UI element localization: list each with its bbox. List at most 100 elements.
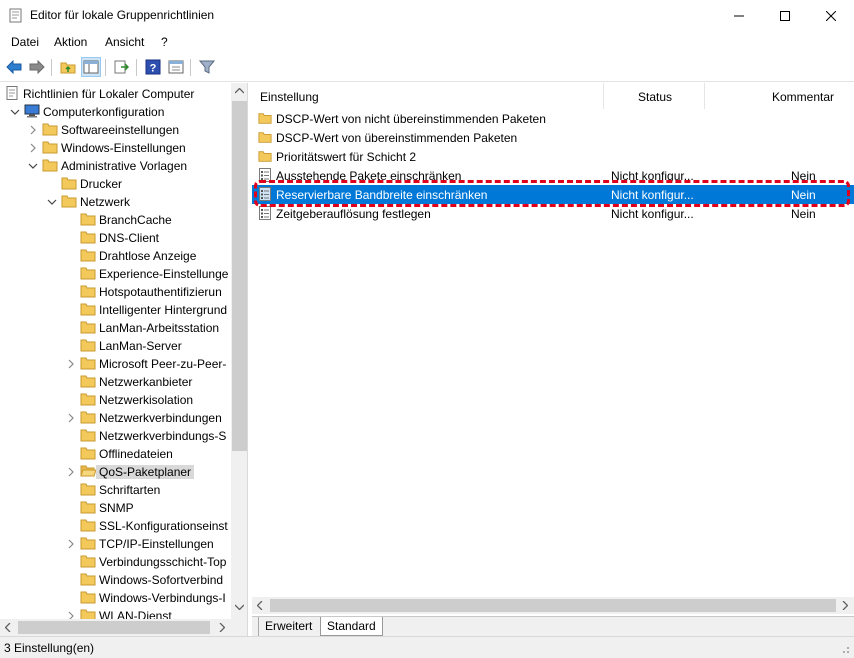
- help-button[interactable]: ?: [143, 57, 163, 77]
- tree-item-label: Offlinedateien: [99, 447, 173, 461]
- scroll-up-icon[interactable]: [235, 88, 244, 94]
- folder-icon: [258, 132, 272, 143]
- properties-button[interactable]: [166, 57, 186, 77]
- tree-item[interactable]: Verbindungsschicht-Top: [0, 553, 231, 571]
- settings-row[interactable]: Reservierbare Bandbreite einschränken Nic…: [252, 185, 854, 204]
- tree-item-icon: [80, 248, 96, 262]
- tab-standard[interactable]: Standard: [320, 617, 383, 636]
- list-horizontal-scrollbar[interactable]: [252, 597, 854, 614]
- folder-icon: [80, 483, 96, 496]
- tree-item[interactable]: Experience-Einstellunge: [0, 265, 231, 283]
- chevron-right-icon[interactable]: [66, 539, 76, 549]
- tree-expander[interactable]: [65, 412, 77, 424]
- tree-expander[interactable]: [65, 358, 77, 370]
- chevron-down-icon[interactable]: [10, 107, 20, 117]
- tab-erweitert[interactable]: Erweitert: [258, 617, 318, 636]
- column-header-setting[interactable]: Einstellung: [260, 83, 319, 109]
- tree-item[interactable]: Microsoft Peer-zu-Peer-: [0, 355, 231, 373]
- chevron-right-icon[interactable]: [66, 359, 76, 369]
- tree-item[interactable]: Richtlinien für Lokaler Computer: [0, 85, 231, 103]
- tree-item[interactable]: Netzwerk: [0, 193, 231, 211]
- tree-item[interactable]: Schriftarten: [0, 481, 231, 499]
- forward-button[interactable]: [27, 57, 47, 77]
- tree-vertical-scroll-thumb[interactable]: [232, 101, 247, 451]
- tree-item[interactable]: LanMan-Arbeitsstation: [0, 319, 231, 337]
- export-list-button[interactable]: [112, 57, 132, 77]
- tree-horizontal-scrollbar[interactable]: [0, 619, 247, 636]
- tree-item[interactable]: DNS-Client: [0, 229, 231, 247]
- policy-setting-icon: [259, 206, 271, 220]
- forward-icon: [29, 60, 45, 74]
- menu-ansicht[interactable]: Ansicht: [105, 35, 144, 49]
- tree-item[interactable]: Administrative Vorlagen: [0, 157, 231, 175]
- chevron-down-icon[interactable]: [28, 161, 38, 171]
- column-separator[interactable]: [704, 83, 705, 109]
- tree-item[interactable]: Computerkonfiguration: [0, 103, 231, 121]
- resize-grip-icon[interactable]: [840, 644, 850, 654]
- tree-item[interactable]: Netzwerkisolation: [0, 391, 231, 409]
- tree-item[interactable]: TCP/IP-Einstellungen: [0, 535, 231, 553]
- tree-expander[interactable]: [65, 466, 77, 478]
- menu-help[interactable]: ?: [161, 35, 168, 49]
- tree-item[interactable]: Windows-Sofortverbind: [0, 571, 231, 589]
- close-icon: [826, 10, 836, 21]
- tree-item[interactable]: Drucker: [0, 175, 231, 193]
- chevron-right-icon[interactable]: [28, 125, 38, 135]
- tree-item-icon: [80, 536, 96, 550]
- scroll-left-icon[interactable]: [5, 623, 11, 632]
- tree-item[interactable]: Netzwerkanbieter: [0, 373, 231, 391]
- filter-button[interactable]: [197, 57, 217, 77]
- scroll-down-icon[interactable]: [235, 604, 244, 610]
- tree-item[interactable]: Netzwerkverbindungen: [0, 409, 231, 427]
- maximize-button[interactable]: [762, 0, 808, 31]
- tree-item[interactable]: Softwareeinstellungen: [0, 121, 231, 139]
- tree-item[interactable]: Offlinedateien: [0, 445, 231, 463]
- chevron-down-icon[interactable]: [47, 197, 57, 207]
- tree-item[interactable]: SNMP: [0, 499, 231, 517]
- setting-status: Nicht konfigur...: [611, 207, 694, 221]
- settings-row[interactable]: Ausstehende Pakete einschränken Nicht kon…: [252, 166, 854, 185]
- menu-aktion[interactable]: Aktion: [54, 35, 87, 49]
- menu-datei[interactable]: Datei: [11, 35, 39, 49]
- settings-row[interactable]: Zeitgeberauflösung festlegen Nicht konfig…: [252, 204, 854, 223]
- show-hide-tree-button[interactable]: [81, 57, 101, 77]
- scroll-left-icon[interactable]: [257, 601, 263, 610]
- minimize-button[interactable]: [716, 0, 762, 31]
- chevron-right-icon[interactable]: [28, 143, 38, 153]
- list-horizontal-scroll-thumb[interactable]: [270, 599, 836, 612]
- settings-row[interactable]: DSCP-Wert von übereinstimmenden Paketen: [252, 128, 854, 147]
- tree-item[interactable]: QoS-Paketplaner: [0, 463, 231, 481]
- tree-item[interactable]: LanMan-Server: [0, 337, 231, 355]
- tree-item[interactable]: Windows-Verbindungs-I: [0, 589, 231, 607]
- tree-item[interactable]: Netzwerkverbindungs-S: [0, 427, 231, 445]
- scroll-right-icon[interactable]: [219, 623, 225, 632]
- tree-expander[interactable]: [65, 538, 77, 550]
- close-button[interactable]: [808, 0, 854, 31]
- tree-horizontal-scroll-thumb[interactable]: [18, 621, 210, 634]
- back-button[interactable]: [4, 57, 24, 77]
- tree-expander[interactable]: [27, 142, 39, 154]
- tree-expander[interactable]: [27, 124, 39, 136]
- tree-expander[interactable]: [27, 160, 39, 172]
- chevron-right-icon[interactable]: [66, 467, 76, 477]
- tree-expander[interactable]: [9, 106, 21, 118]
- column-header-status[interactable]: Status: [638, 83, 672, 109]
- tree-vertical-scrollbar[interactable]: [231, 83, 247, 619]
- tree-item[interactable]: Windows-Einstellungen: [0, 139, 231, 157]
- column-separator[interactable]: [603, 83, 604, 109]
- setting-name: Ausstehende Pakete einschränken: [276, 169, 462, 183]
- tree-expander[interactable]: [46, 196, 58, 208]
- settings-row[interactable]: DSCP-Wert von nicht übereinstimmenden Pa…: [252, 109, 854, 128]
- tree-item[interactable]: Hotspotauthentifizierun: [0, 283, 231, 301]
- tree-item[interactable]: Drahtlose Anzeige: [0, 247, 231, 265]
- up-folder-button[interactable]: [58, 57, 78, 77]
- settings-row[interactable]: Prioritätswert für Schicht 2: [252, 147, 854, 166]
- tree-item-label: Verbindungsschicht-Top: [99, 555, 227, 569]
- tree-item[interactable]: Intelligenter Hintergrund: [0, 301, 231, 319]
- column-header-comment[interactable]: Kommentar: [772, 83, 834, 109]
- chevron-right-icon[interactable]: [66, 413, 76, 423]
- folder-icon: [80, 267, 96, 280]
- tree-item[interactable]: BranchCache: [0, 211, 231, 229]
- tree-item[interactable]: SSL-Konfigurationseinst: [0, 517, 231, 535]
- scroll-right-icon[interactable]: [842, 601, 848, 610]
